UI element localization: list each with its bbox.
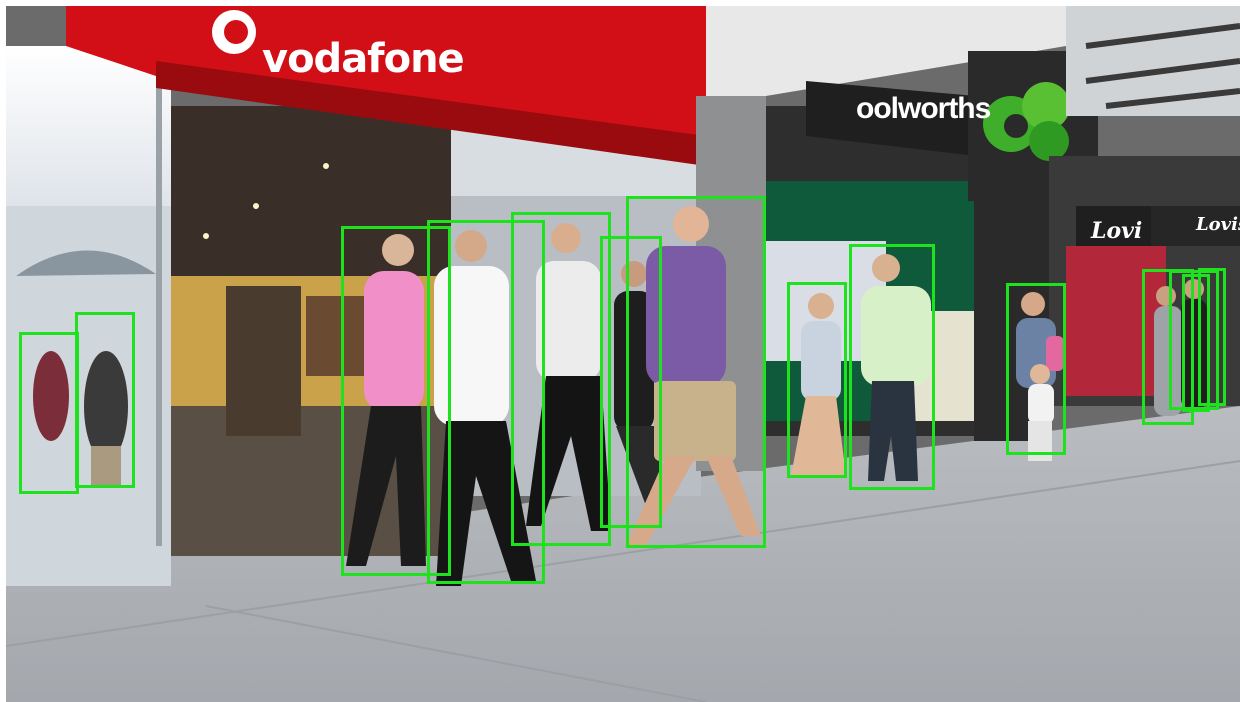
detection-box: [511, 212, 611, 546]
woolworths-sign-text: oolworths: [856, 92, 991, 125]
detection-box: [1006, 283, 1066, 455]
detection-box: [75, 312, 135, 488]
detection-box: [1182, 274, 1210, 412]
vodafone-sign-text: vodafone: [262, 36, 465, 82]
lovisa-sign-text-2: Lovisa: [1196, 214, 1240, 235]
detection-box: [626, 196, 766, 548]
detection-box: [19, 332, 79, 494]
detection-box: [787, 282, 847, 478]
street-scene-image: vodafone oolworths Lovi Lovisa: [6, 6, 1240, 702]
lovisa-sign-text-1: Lovi: [1091, 218, 1143, 244]
detection-box: [849, 244, 935, 490]
